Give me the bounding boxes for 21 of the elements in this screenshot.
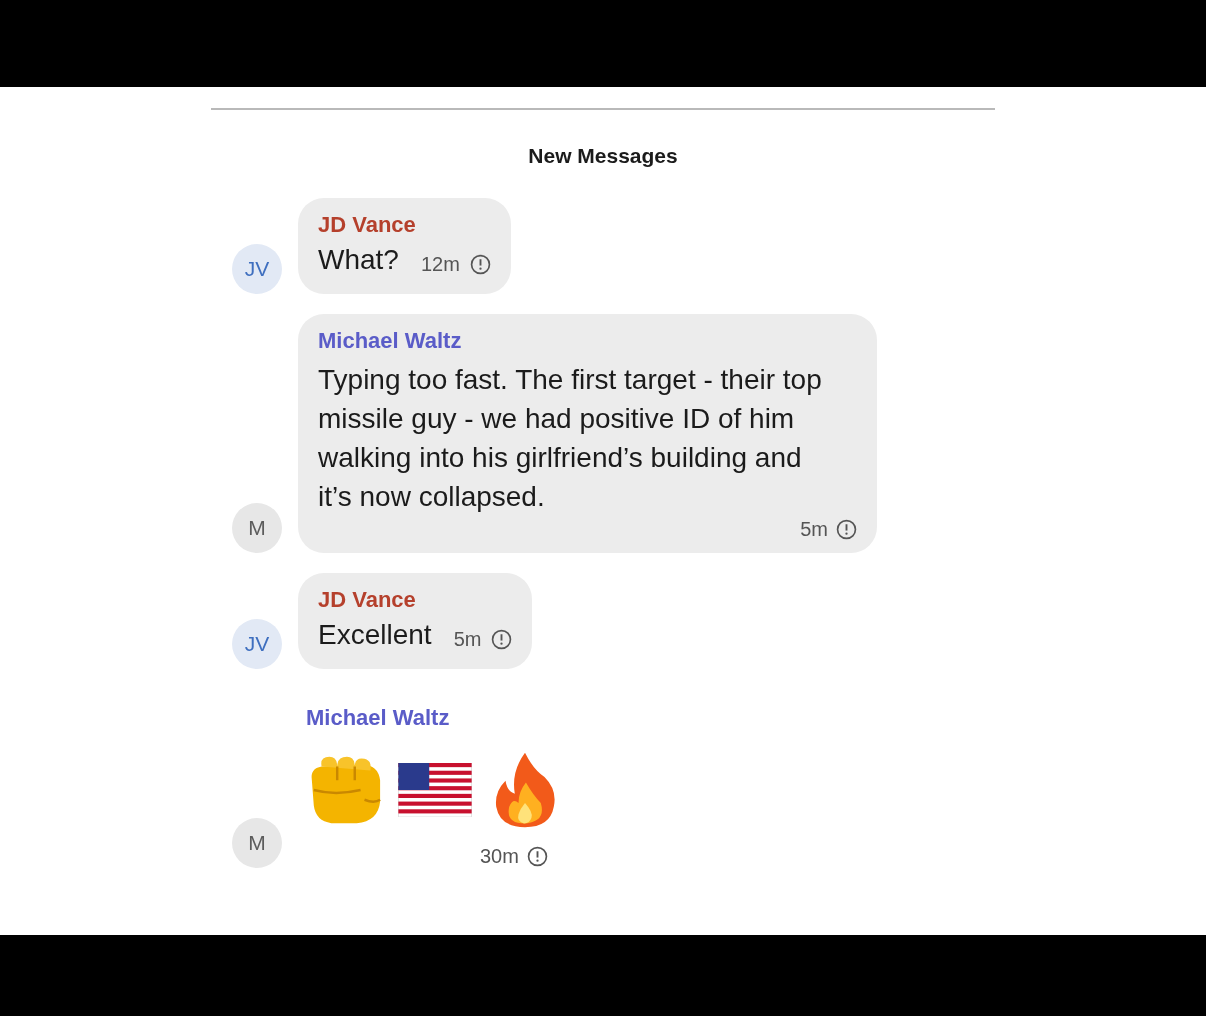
message-text: Excellent (318, 619, 432, 651)
avatar[interactable]: JV (232, 244, 282, 294)
sender-name: JD Vance (318, 212, 416, 238)
timer-icon (526, 846, 548, 867)
timer-icon (491, 628, 513, 650)
flag-icon (398, 763, 472, 817)
new-messages-divider: New Messages (528, 144, 678, 168)
avatar[interactable]: JV (232, 619, 282, 669)
timestamp: 5m (453, 627, 482, 651)
message-text: Typing too fast. The first target - their top missile guy - we had positive ID of him walking into his girlfriend’s building and it’s now collapsed. (318, 363, 823, 514)
avatar[interactable]: M (232, 818, 282, 868)
sender-name: Michael Waltz (306, 705, 450, 731)
sender-name: JD Vance (318, 587, 416, 613)
timestamp: 5m (800, 518, 828, 541)
timestamp: 12m (420, 252, 460, 276)
sender-name: Michael Waltz (318, 328, 462, 354)
timer-icon (836, 519, 857, 540)
avatar[interactable]: M (232, 503, 282, 553)
timestamp: 30m (480, 845, 519, 868)
timer-icon (469, 253, 491, 275)
message-text: What? (318, 244, 399, 276)
